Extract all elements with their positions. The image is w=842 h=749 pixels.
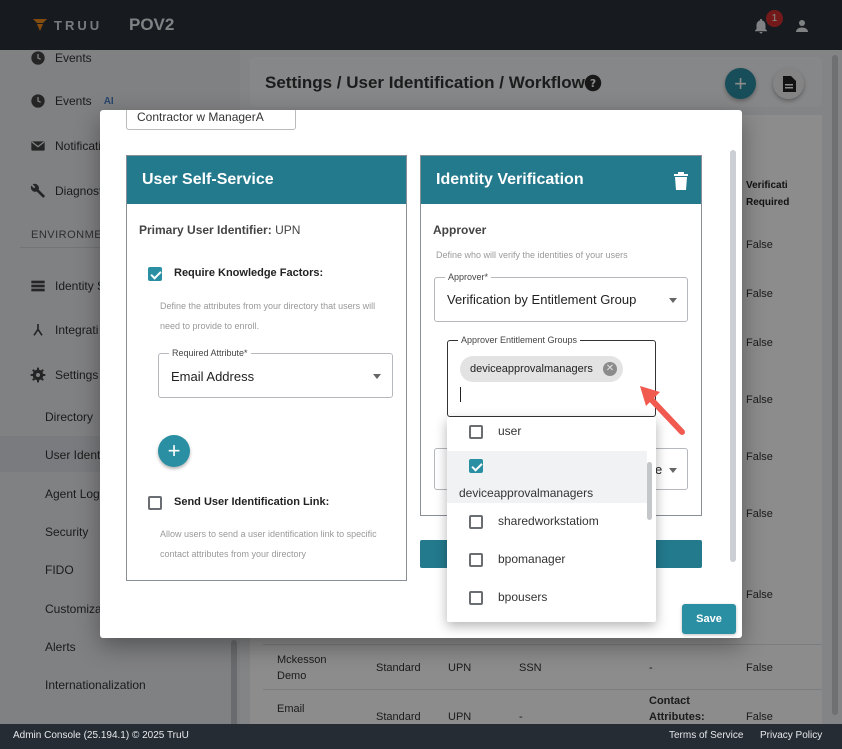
send-link-help-text: Allow users to send a user identificatio…	[160, 524, 377, 564]
workflow-name-field[interactable]: Contractor w ManagerA	[126, 110, 296, 130]
primary-identifier: Primary User Identifier: UPN	[139, 223, 300, 237]
group-options-listbox: user deviceapprovalmanagers sharedworkst…	[447, 417, 656, 622]
option-label: bpousers	[498, 590, 548, 604]
terms-link[interactable]: Terms of Service	[669, 730, 743, 741]
help-line: Define the attributes from your director…	[160, 301, 376, 311]
approver-heading: Approver	[433, 223, 487, 237]
listbox-scrollbar[interactable]	[647, 462, 652, 520]
approver-label: Approver*	[445, 272, 492, 282]
chevron-down-icon	[669, 468, 677, 473]
required-attribute-value: Email Address	[171, 369, 255, 384]
approver-select[interactable]: Approver* Verification by Entitlement Gr…	[434, 272, 688, 322]
option-label: bpomanager	[498, 552, 566, 566]
approver-groups-label: Approver Entitlement Groups	[458, 335, 581, 345]
hidden-select-value: e	[655, 462, 663, 477]
group-option-bpousers[interactable]: bpousers	[447, 583, 647, 613]
group-option-sharedworkstatiom[interactable]: sharedworkstatiom	[447, 507, 647, 537]
help-line: contact attributes from your directory	[160, 549, 307, 559]
knowledge-help-text: Define the attributes from your director…	[160, 296, 375, 336]
annotation-arrow-icon	[640, 386, 685, 435]
approver-value: Verification by Entitlement Group	[447, 292, 637, 307]
option-checkbox[interactable]	[469, 515, 483, 529]
text-cursor	[460, 387, 461, 402]
add-attribute-button[interactable]: +	[158, 435, 190, 467]
option-label: deviceapprovalmanagers	[459, 486, 594, 500]
help-line: need to provide to enroll.	[160, 321, 260, 331]
option-label: sharedworkstatiom	[498, 514, 599, 528]
panel-title: User Self-Service	[142, 171, 274, 188]
send-link-checkbox[interactable]	[148, 496, 162, 510]
modal-scrollbar[interactable]	[730, 150, 736, 562]
approver-help-text: Define who will verify the identities of…	[436, 250, 628, 260]
option-checkbox[interactable]	[469, 459, 483, 473]
group-option-user[interactable]: user	[447, 417, 647, 447]
help-line: Allow users to send a user identificatio…	[160, 529, 377, 539]
option-checkbox[interactable]	[469, 591, 483, 605]
group-option-bpomanager[interactable]: bpomanager	[447, 545, 647, 575]
send-link-label: Send User Identification Link:	[174, 496, 330, 508]
require-knowledge-checkbox[interactable]	[148, 267, 162, 281]
option-label: user	[498, 424, 522, 438]
save-button[interactable]: Save	[682, 604, 736, 634]
approver-groups-field[interactable]: Approver Entitlement Groups deviceapprov…	[447, 335, 656, 417]
require-knowledge-label: Require Knowledge Factors:	[174, 267, 324, 279]
required-attribute-label: Required Attribute*	[169, 348, 251, 358]
remove-chip-icon[interactable]: ✕	[602, 362, 617, 376]
chip-label: deviceapprovalmanagers	[470, 363, 593, 375]
footer: Admin Console (25.194.1) © 2025 TruU Ter…	[0, 724, 842, 749]
privacy-link[interactable]: Privacy Policy	[760, 730, 822, 741]
required-attribute-select[interactable]: Required Attribute* Email Address	[158, 348, 393, 398]
option-checkbox[interactable]	[469, 553, 483, 567]
option-checkbox[interactable]	[469, 425, 483, 439]
chevron-down-icon	[373, 374, 381, 379]
primary-identifier-value: UPN	[275, 223, 301, 237]
group-option-deviceapprovalmanagers[interactable]: deviceapprovalmanagers	[447, 451, 647, 503]
panel-header: User Self-Service	[127, 156, 406, 204]
panel-header: Identity Verification	[421, 156, 701, 204]
trash-icon[interactable]	[673, 172, 689, 190]
primary-identifier-label: Primary User Identifier:	[139, 223, 272, 237]
user-self-service-panel: User Self-Service Primary User Identifie…	[126, 155, 407, 581]
chevron-down-icon	[669, 298, 677, 303]
selected-group-chip[interactable]: deviceapprovalmanagers ✕	[460, 356, 623, 382]
footer-version: Admin Console (25.194.1) © 2025 TruU	[13, 730, 189, 741]
panel-title: Identity Verification	[436, 171, 584, 188]
